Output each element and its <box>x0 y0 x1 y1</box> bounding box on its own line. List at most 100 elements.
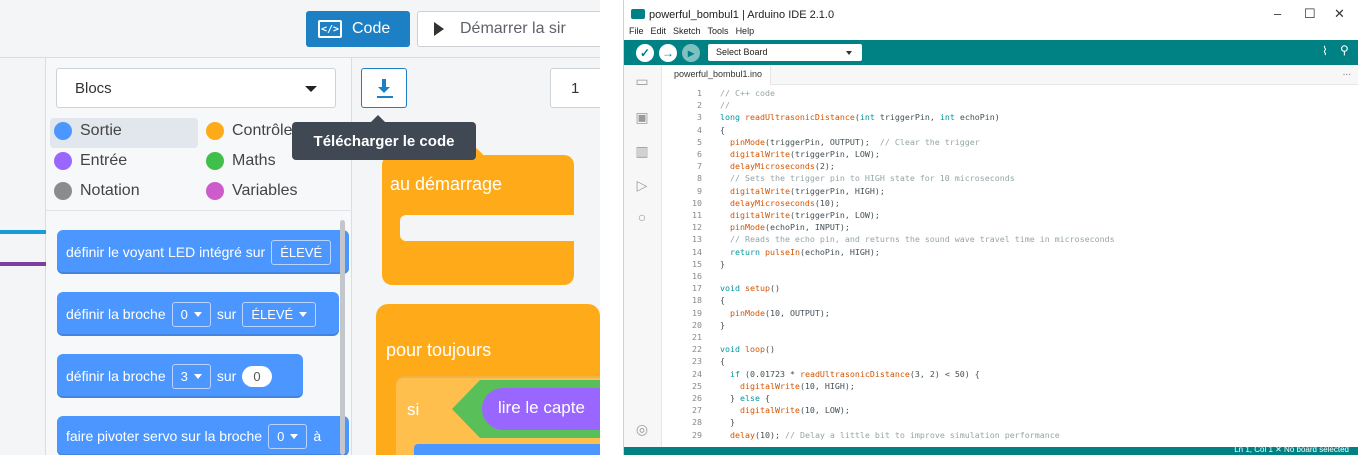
code-line[interactable]: 28 } <box>662 417 1358 429</box>
code-line[interactable]: 19 pinMode(10, OUTPUT); <box>662 308 1358 320</box>
menu-edit[interactable]: Edit <box>651 26 667 40</box>
code-text: digitalWrite(10, LOW); <box>739 405 850 416</box>
code-line[interactable]: 7 delayMicroseconds(2); <box>662 161 1358 173</box>
code-text: digitalWrite(triggerPin, LOW); <box>730 149 880 159</box>
ide-toolbar: ✓ → ▸ Select Board ⌇ ⚲ <box>624 40 1358 65</box>
page-selector[interactable]: 1 <box>550 68 600 108</box>
maximize-icon[interactable]: ☐ <box>1304 6 1316 22</box>
menu-bar: File Edit Sketch Tools Help <box>624 26 1358 40</box>
line-number: 24 <box>692 368 702 379</box>
wire-purple <box>0 262 46 266</box>
block-nested[interactable] <box>414 444 600 455</box>
pin-dropdown[interactable]: 0 <box>268 423 308 449</box>
palette-scrollbar[interactable] <box>340 220 345 455</box>
block-set-pin[interactable]: définir la broche 0 sur ÉLEVÉ <box>57 292 339 336</box>
menu-tools[interactable]: Tools <box>708 26 729 40</box>
code-line[interactable]: 10 delayMicroseconds(10); <box>662 198 1358 210</box>
download-icon-base <box>377 96 393 98</box>
category-notation[interactable]: Notation <box>54 182 140 200</box>
verify-icon[interactable]: ✓ <box>636 44 654 62</box>
pin-dropdown[interactable]: 3 <box>171 363 211 389</box>
folder-icon[interactable]: ▭ <box>634 73 650 89</box>
category-output[interactable]: Sortie <box>54 122 122 140</box>
file-tab[interactable]: powerful_bombul1.ino <box>662 65 772 85</box>
debug-panel-icon[interactable]: ▷ <box>634 177 650 193</box>
account-icon[interactable]: ◎ <box>634 421 650 437</box>
menu-sketch[interactable]: Sketch <box>673 26 701 40</box>
code-line[interactable]: 21 <box>662 332 1358 344</box>
code-line[interactable]: 18 { <box>662 295 1358 307</box>
code-text: // C++ code <box>720 88 775 98</box>
category-control[interactable]: Contrôle <box>206 122 292 140</box>
code-line[interactable]: 15} <box>662 259 1358 271</box>
board-select[interactable]: Select Board <box>708 44 862 61</box>
code-line[interactable]: 4{ <box>662 125 1358 137</box>
blocks-mode-select[interactable]: Blocs <box>56 68 336 108</box>
code-button[interactable]: </> Code <box>306 11 410 47</box>
chevron-down-icon <box>193 373 202 379</box>
code-line[interactable]: 29 delay(10); // Delay a little bit to i… <box>662 430 1358 442</box>
chevron-down-icon <box>305 86 317 92</box>
block-label: à <box>313 428 322 444</box>
menu-help[interactable]: Help <box>736 26 755 40</box>
line-number: 13 <box>692 234 702 245</box>
code-line[interactable]: 25 digitalWrite(10, HIGH); <box>662 381 1358 393</box>
code-line[interactable]: 24 if (0.01723 * readUltrasonicDistance(… <box>662 369 1358 381</box>
boards-manager-icon[interactable]: ▣ <box>634 109 650 125</box>
serial-plotter-icon[interactable]: ⌇ <box>1322 44 1328 58</box>
code-line[interactable]: 22 void loop() <box>662 344 1358 356</box>
code-editor[interactable]: 1 // C++ code 2 // 3 long readUltrasonicDista… <box>662 86 1358 447</box>
code-line[interactable]: 1 // C++ code <box>662 88 1358 100</box>
category-label: Contrôle <box>232 122 293 139</box>
category-input[interactable]: Entrée <box>54 152 127 170</box>
menu-file[interactable]: File <box>629 26 644 40</box>
state-dropdown[interactable]: ÉLEVÉ <box>271 239 332 265</box>
code-line[interactable]: 14 return pulseIn(echoPin, HIGH); <box>662 247 1358 259</box>
debug-icon[interactable]: ▸ <box>682 44 700 62</box>
code-line[interactable]: 6 digitalWrite(triggerPin, LOW); <box>662 149 1358 161</box>
code-icon: </> <box>318 20 342 38</box>
code-line[interactable]: 17 void setup() <box>662 283 1358 295</box>
code-line[interactable]: 20} <box>662 320 1358 332</box>
upload-icon[interactable]: → <box>659 44 677 62</box>
code-text: // Reads the echo pin, and returns the s… <box>730 234 1115 245</box>
close-icon[interactable]: ✕ <box>1334 6 1345 22</box>
code-line[interactable]: 8 // Sets the trigger pin to HIGH state … <box>662 173 1358 185</box>
code-line[interactable]: 23 { <box>662 356 1358 368</box>
line-number: 16 <box>692 271 702 281</box>
editor-tabs: powerful_bombul1.ino ... <box>662 65 1358 85</box>
download-code-button[interactable] <box>361 68 407 108</box>
board-select-label: Select Board <box>716 47 768 57</box>
block-rotate-servo[interactable]: faire pivoter servo sur la broche 0 à <box>57 416 349 455</box>
block-set-pin-analog[interactable]: définir la broche 3 sur 0 <box>57 354 303 398</box>
block-set-builtin-led[interactable]: définir le voyant LED intégré sur ÉLEVÉ <box>57 230 349 274</box>
code-text: } <box>720 319 725 330</box>
search-icon[interactable]: ○ <box>634 209 650 225</box>
code-line[interactable]: 9 digitalWrite(triggerPin, HIGH); <box>662 186 1358 198</box>
minimize-icon[interactable]: – <box>1274 6 1281 21</box>
category-dot-icon <box>54 122 72 140</box>
code-line[interactable]: 12 pinMode(echoPin, INPUT); <box>662 222 1358 234</box>
start-simulation-button[interactable]: Démarrer la sir <box>417 11 600 47</box>
library-manager-icon[interactable]: ▥ <box>634 143 650 159</box>
category-math[interactable]: Maths <box>206 152 276 170</box>
code-line[interactable]: 13 // Reads the echo pin, and returns th… <box>662 234 1358 246</box>
code-line[interactable]: 5 pinMode(triggerPin, OUTPUT); // Clear … <box>662 137 1358 149</box>
code-text: delay(10); // Delay a little bit to impr… <box>730 429 1060 440</box>
value-input[interactable]: 0 <box>242 365 272 387</box>
code-line[interactable]: 2 // <box>662 100 1358 112</box>
state-dropdown[interactable]: ÉLEVÉ <box>242 301 317 327</box>
code-line[interactable]: 26 } else { <box>662 393 1358 405</box>
dropdown-value: 0 <box>277 428 285 444</box>
category-variables[interactable]: Variables <box>206 182 298 200</box>
code-line[interactable]: 3 long readUltrasonicDistance(int trigger… <box>662 112 1358 124</box>
code-line[interactable]: 27 digitalWrite(10, LOW); <box>662 405 1358 417</box>
serial-monitor-icon[interactable]: ⚲ <box>1340 43 1349 57</box>
code-line[interactable]: 16 <box>662 271 1358 283</box>
download-icon <box>376 79 392 97</box>
more-icon[interactable]: ... <box>1343 67 1351 78</box>
tinkercad-panel: </> Code Démarrer la sir Blocs Sortie Co… <box>0 0 600 455</box>
block-read-sensor[interactable]: lire le capte <box>482 388 600 430</box>
pin-dropdown[interactable]: 0 <box>171 301 211 327</box>
code-line[interactable]: 11 digitalWrite(triggerPin, LOW); <box>662 210 1358 222</box>
